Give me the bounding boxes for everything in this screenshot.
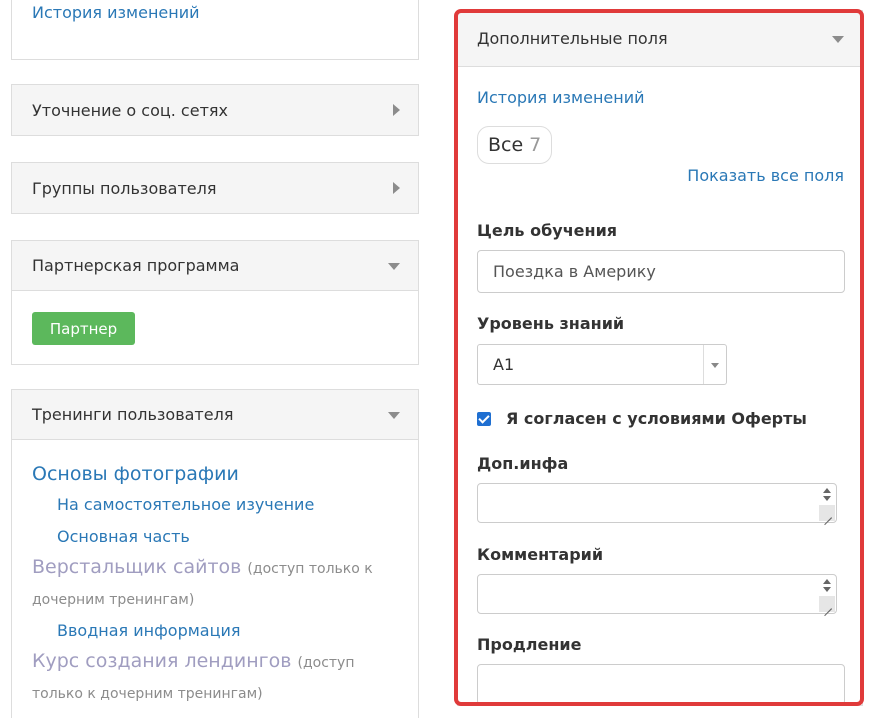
additional-fields-header[interactable]: Дополнительные поля — [458, 11, 862, 67]
caret-down-icon — [388, 262, 400, 270]
additional-fields-panel: Дополнительные поля История изменений Вс… — [457, 10, 863, 706]
groups-panel-header[interactable]: Группы пользователя — [12, 163, 418, 213]
resize-handle-icon[interactable] — [819, 596, 835, 612]
partner-panel-title: Партнерская программа — [32, 256, 240, 275]
social-panel: Уточнение о соц. сетях — [11, 84, 419, 136]
history-panel: История изменений — [11, 0, 419, 60]
extension-label: Продление — [477, 635, 582, 654]
agree-label: Я согласен с условиями Оферты — [506, 409, 807, 428]
comment-textarea[interactable] — [477, 574, 837, 614]
filter-chip-all[interactable]: Все 7 — [477, 126, 553, 164]
social-panel-title: Уточнение о соц. сетях — [32, 100, 228, 120]
spinner-icon[interactable] — [820, 577, 834, 595]
additional-fields-title: Дополнительные поля — [477, 29, 668, 48]
training-title: Курс создания лендингов — [32, 650, 292, 672]
show-all-fields-link[interactable]: Показать все поля — [687, 166, 844, 185]
filter-chip-count: 7 — [529, 134, 542, 156]
level-label: Уровень знаний — [477, 314, 625, 333]
caret-down-icon — [388, 411, 400, 419]
trainings-panel-header[interactable]: Тренинги пользователя — [12, 390, 418, 440]
groups-panel-title: Группы пользователя — [32, 178, 217, 198]
level-select-value: A1 — [493, 355, 515, 374]
training-link-self-study[interactable]: На самостоятельное изучение — [57, 489, 406, 521]
comment-label: Комментарий — [477, 545, 604, 564]
trainings-list: Основы фотографии На самостоятельное изу… — [32, 459, 406, 709]
training-title: Верстальщик сайтов — [32, 556, 242, 578]
goal-input[interactable]: Поездка в Америку — [477, 250, 845, 293]
social-panel-header[interactable]: Уточнение о соц. сетях — [12, 85, 418, 135]
partner-button[interactable]: Партнер — [32, 312, 135, 345]
resize-handle-icon[interactable] — [819, 505, 835, 521]
caret-right-icon — [393, 182, 400, 194]
training-link-intro-info[interactable]: Вводная информация — [57, 615, 406, 647]
goal-label: Цель обучения — [477, 221, 618, 240]
partner-panel: Партнерская программа Партнер — [11, 240, 419, 365]
history-link[interactable]: История изменений — [477, 88, 645, 107]
training-item-layout-designer: Верстальщик сайтов (доступ только к доче… — [32, 553, 406, 615]
caret-right-icon — [393, 104, 400, 116]
training-link-photo-basics[interactable]: Основы фотографии — [32, 459, 406, 489]
agree-checkbox[interactable] — [477, 411, 491, 426]
caret-down-icon — [832, 35, 844, 43]
extra-info-textarea[interactable] — [477, 483, 837, 523]
spinner-icon[interactable] — [820, 486, 834, 504]
agree-row[interactable]: Я согласен с условиями Оферты — [477, 409, 807, 428]
training-link-main-part[interactable]: Основная часть — [57, 521, 406, 553]
history-link[interactable]: История изменений — [32, 3, 200, 22]
chevron-down-icon — [711, 362, 719, 368]
extra-info-label: Доп.инфа — [477, 454, 569, 473]
trainings-panel: Тренинги пользователя Основы фотографии … — [11, 389, 419, 718]
trainings-panel-title: Тренинги пользователя — [32, 405, 234, 424]
extension-input[interactable] — [477, 664, 845, 705]
partner-panel-header[interactable]: Партнерская программа — [12, 241, 418, 291]
filter-chip-label: Все — [488, 134, 524, 156]
select-divider — [703, 345, 704, 384]
level-select[interactable]: A1 — [477, 344, 727, 385]
training-item-landing-course: Курс создания лендингов (доступ только к… — [32, 647, 406, 709]
groups-panel: Группы пользователя — [11, 162, 419, 214]
